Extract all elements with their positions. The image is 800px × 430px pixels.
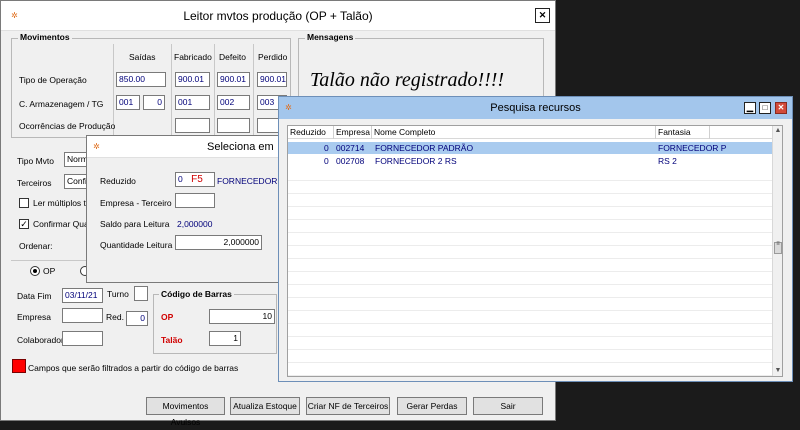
confirmar-checkbox[interactable]: ✓	[19, 219, 29, 229]
vertical-scrollbar[interactable]: ▲ ≡ ▼	[772, 126, 782, 376]
tipo-operacao-fabricado-input[interactable]: 900.01	[175, 72, 210, 87]
cell-nome: FORNECEDOR PADRÃO	[375, 143, 474, 153]
col-defeito: Defeito	[219, 52, 246, 62]
tipo-operacao-label: Tipo de Operação	[19, 75, 87, 85]
seleciona-title: Seleciona em	[207, 141, 274, 153]
quantidade-label: Quantidade Leitura	[100, 240, 173, 250]
armazenagem-tg-input[interactable]: 0	[143, 95, 165, 110]
codigo-talao-input[interactable]: 1	[209, 331, 241, 346]
codigo-talao-label: Talão	[161, 335, 183, 345]
minimize-icon[interactable]: ▁	[744, 102, 756, 114]
codigo-op-label: OP	[161, 312, 174, 322]
reduzido-input[interactable]: 0 F5	[175, 172, 215, 187]
close-icon[interactable]: ✕	[535, 8, 550, 23]
confirmar-label: Confirmar Quan	[33, 219, 94, 229]
col-perdido: Perdido	[258, 52, 288, 62]
scroll-down-icon[interactable]: ▼	[773, 366, 782, 376]
scrollbar-thumb[interactable]: ≡	[774, 241, 782, 254]
ordenar-label: Ordenar:	[19, 241, 53, 251]
red-input[interactable]: 0	[126, 311, 148, 326]
gerar-perdas-button[interactable]: Gerar Perdas	[397, 397, 467, 415]
f5-hint: F5	[191, 174, 203, 185]
cell-empresa: 002708	[336, 156, 365, 166]
cell-fantasia: FORNECEDOR P	[658, 143, 727, 153]
cell-empresa: 002714	[336, 143, 365, 153]
armazenagem-saidas-input[interactable]: 001	[116, 95, 140, 110]
codigo-op-input[interactable]: 10	[209, 309, 275, 324]
empresa-label: Empresa	[17, 312, 52, 322]
reduzido-value: 0	[178, 174, 183, 184]
col-header-reduzido[interactable]: Reduzido	[288, 126, 334, 139]
seleciona-app-icon: ✲	[93, 142, 100, 151]
cell-fantasia: RS 2	[658, 156, 677, 166]
turno-input[interactable]	[134, 286, 148, 301]
codigo-barras-title: Código de Barras	[159, 289, 234, 299]
col-fabricado: Fabricado	[174, 52, 212, 62]
col-saidas: Saídas	[129, 52, 156, 62]
ocorrencias-fabricado-input[interactable]	[175, 118, 210, 133]
data-fim-label: Data Fim	[17, 291, 52, 301]
colaborador-input[interactable]	[62, 331, 103, 346]
data-fim-input[interactable]: 03/11/21	[62, 288, 103, 303]
ler-multiplos-checkbox[interactable]	[19, 198, 29, 208]
grid-header: Reduzido Empresa Nome Completo Fantasia	[288, 126, 772, 139]
cell-reduzido: 0	[324, 156, 329, 166]
quantidade-input[interactable]: 2,000000	[175, 235, 262, 250]
grid-empty-rows	[288, 168, 772, 376]
armazenagem-defeito-input[interactable]: 002	[217, 95, 250, 110]
saldo-label: Saldo para Leitura	[100, 219, 170, 229]
results-grid: Reduzido Empresa Nome Completo Fantasia …	[287, 125, 783, 377]
cell-nome: FORNECEDOR 2 RS	[375, 156, 457, 166]
tipo-operacao-defeito-input[interactable]: 900.01	[217, 72, 250, 87]
fornecedor-text: FORNECEDOR 1	[217, 176, 285, 186]
movimentos-avulsos-button[interactable]: Movimentos Avulsos	[146, 397, 225, 427]
radio-op-label: OP	[43, 266, 56, 276]
tipo-operacao-perdido-input[interactable]: 900.01	[257, 72, 287, 87]
table-row[interactable]: 0 002708 FORNECEDOR 2 RS RS 2	[288, 155, 772, 167]
col-header-nome[interactable]: Nome Completo	[372, 126, 656, 139]
empresa-terceiro-input[interactable]	[175, 193, 215, 208]
saldo-value: 2,000000	[177, 219, 213, 229]
maximize-icon[interactable]: □	[759, 102, 771, 114]
armazenagem-fabricado-input[interactable]: 001	[175, 95, 210, 110]
criar-nf-terceiros-button[interactable]: Criar NF de Terceiros	[306, 397, 390, 415]
empresa-terceiro-label: Empresa - Terceiro	[100, 198, 172, 208]
turno-label: Turno	[107, 289, 129, 299]
table-row[interactable]: 0 002714 FORNECEDOR PADRÃO FORNECEDOR P	[288, 142, 772, 154]
legend-red-swatch	[12, 359, 26, 373]
movimentos-title: Movimentos	[18, 32, 72, 42]
tipo-operacao-saidas-input[interactable]: 850.00	[116, 72, 166, 87]
seleciona-window: ✲ Seleciona em Reduzido 0 F5 FORNECEDOR …	[86, 135, 285, 283]
pesquisa-titlebar: ✲ Pesquisa recursos ▁ □ ✕	[279, 97, 792, 119]
legend-text: Campos que serão filtrados a partir do c…	[28, 363, 239, 373]
col-header-fantasia[interactable]: Fantasia	[656, 126, 710, 139]
atualiza-estoque-button[interactable]: Atualiza Estoque	[230, 397, 300, 415]
mensagem-text: Talão não registrado!!!!	[310, 69, 505, 91]
main-titlebar: ✲ Leitor mvtos produção (OP + Talão) ✕	[1, 1, 555, 31]
ocorrencias-label: Ocorrências de Produção	[19, 121, 116, 131]
reduzido-label: Reduzido	[100, 176, 136, 186]
colaborador-label: Colaborador	[17, 335, 64, 345]
col-header-empresa[interactable]: Empresa	[334, 126, 372, 139]
tipo-mvto-label: Tipo Mvto	[17, 156, 55, 166]
pesquisa-window: ✲ Pesquisa recursos ▁ □ ✕ Reduzido Empre…	[278, 96, 793, 382]
mensagens-title: Mensagens	[305, 32, 356, 42]
close-icon[interactable]: ✕	[775, 102, 787, 114]
ocorrencias-defeito-input[interactable]	[217, 118, 250, 133]
armazenagem-label: C. Armazenagem / TG	[19, 99, 104, 109]
terceiros-label: Terceiros	[17, 178, 52, 188]
sair-button[interactable]: Sair	[473, 397, 543, 415]
radio-op[interactable]	[30, 266, 40, 276]
pesquisa-title: Pesquisa recursos	[490, 102, 581, 114]
red-label: Red.	[106, 312, 124, 322]
scroll-up-icon[interactable]: ▲	[773, 126, 782, 136]
main-window-title: Leitor mvtos produção (OP + Talão)	[183, 9, 373, 23]
empresa-input[interactable]	[62, 308, 103, 323]
seleciona-titlebar: ✲ Seleciona em	[87, 136, 279, 158]
cell-reduzido: 0	[324, 143, 329, 153]
